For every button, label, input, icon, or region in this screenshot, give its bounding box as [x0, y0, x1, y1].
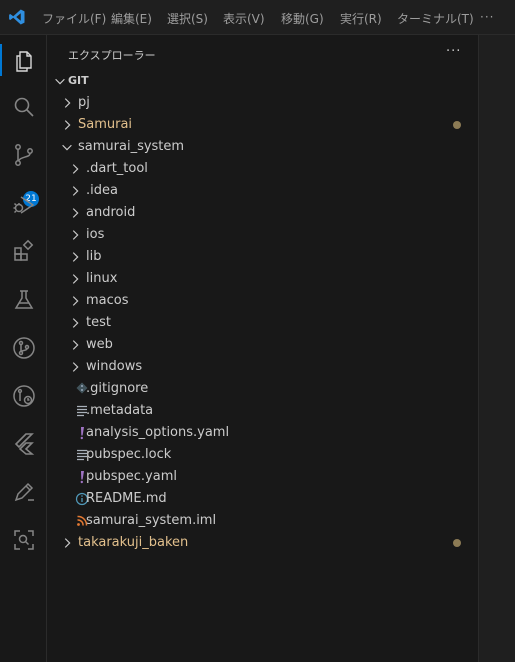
tree-item-label: windows — [86, 359, 143, 374]
extensions-button[interactable] — [0, 230, 47, 270]
menu-file[interactable]: ファイル(F) — [42, 10, 106, 27]
tree-file[interactable]: .metadata — [48, 400, 479, 422]
tree-item-label: pubspec.yaml — [86, 469, 177, 484]
scan-icon — [14, 530, 34, 550]
menu-more-button[interactable]: ··· — [480, 10, 494, 24]
chevron-right-icon — [72, 274, 79, 284]
tree-item-label: lib — [86, 249, 102, 264]
tree-folder[interactable]: lib — [48, 246, 479, 268]
sidebar-more-button[interactable]: ··· — [446, 44, 461, 59]
title-bar: ファイル(F) 編集(E) 選択(S) 表示(V) 移動(G) 実行(R) ター… — [0, 0, 515, 35]
chevron-right-icon — [72, 318, 79, 328]
chevron-right-icon — [72, 164, 79, 174]
menu-run[interactable]: 実行(R) — [340, 10, 382, 27]
chevron-right-icon — [72, 362, 79, 372]
pen-icon — [14, 482, 34, 502]
testing-button[interactable] — [0, 279, 47, 319]
tree-item-label: .dart_tool — [86, 161, 148, 176]
menu-view[interactable]: 表示(V) — [223, 10, 265, 27]
chevron-right-icon — [72, 186, 79, 196]
explorer-icon — [16, 51, 32, 72]
tree-folder[interactable]: web — [48, 334, 479, 356]
chevron-right-icon — [72, 252, 79, 262]
activity-bar: 21 — [0, 35, 47, 662]
sidebar-title: エクスプローラー — [68, 49, 156, 62]
chevron-down-icon — [62, 144, 72, 151]
tree-file[interactable]: pubspec.yaml — [48, 466, 479, 488]
tree-folder[interactable]: pj — [48, 92, 479, 114]
search-icon — [14, 97, 34, 117]
menu-go[interactable]: 移動(G) — [281, 10, 324, 27]
extensions-icon — [14, 239, 34, 261]
chevron-right-icon — [72, 340, 79, 350]
scan-button[interactable] — [0, 519, 47, 559]
tree-item-label: web — [86, 337, 113, 352]
chevron-right-icon — [72, 296, 79, 306]
testing-icon — [14, 290, 34, 309]
workspace-section-title: GIT — [68, 74, 89, 87]
tree-item-label: pubspec.lock — [86, 447, 172, 462]
tree-item-label: android — [86, 205, 136, 220]
source-control-button[interactable] — [0, 134, 47, 174]
tree-folder[interactable]: windows — [48, 356, 479, 378]
run-debug-icon — [13, 196, 35, 214]
tree-item-label: .gitignore — [86, 381, 149, 396]
tree-file[interactable]: README.md — [48, 488, 479, 510]
git-graph-button[interactable] — [0, 327, 47, 367]
tree-item-label: samurai_system.iml — [86, 513, 217, 528]
tree-file[interactable]: .gitignore — [48, 378, 479, 400]
tree-file[interactable]: analysis_options.yaml — [48, 422, 479, 444]
explorer-sidebar: エクスプローラー ··· GIT pj Samurai samurai_system… — [48, 35, 479, 662]
tree-folder[interactable]: test — [48, 312, 479, 334]
tree-item-label: macos — [86, 293, 129, 308]
chevron-right-icon — [64, 538, 71, 548]
tree-item-label: README.md — [86, 491, 167, 506]
tree-folder[interactable]: android — [48, 202, 479, 224]
git-history-icon — [13, 385, 35, 407]
tree-folder[interactable]: takarakuji_baken — [48, 532, 479, 554]
tree-item-label: analysis_options.yaml — [86, 425, 230, 440]
tree-item-label: linux — [86, 271, 118, 286]
vscode-logo-icon — [9, 9, 25, 25]
tree-folder[interactable]: linux — [48, 268, 479, 290]
run-debug-button[interactable] — [0, 184, 47, 224]
menu-terminal[interactable]: ターミナル(T) — [397, 10, 474, 27]
git-history-button[interactable] — [0, 375, 47, 415]
flutter-button[interactable] — [0, 423, 47, 463]
tree-folder[interactable]: .dart_tool — [48, 158, 479, 180]
tree-file[interactable]: samurai_system.iml — [48, 510, 479, 532]
tree-folder[interactable]: Samurai — [48, 114, 479, 136]
tree-folder[interactable]: .idea — [48, 180, 479, 202]
menu-edit[interactable]: 編集(E) — [111, 10, 152, 27]
tree-folder[interactable]: samurai_system — [48, 136, 479, 158]
chevron-right-icon — [72, 230, 79, 240]
chevron-down-icon — [55, 78, 65, 85]
search-button[interactable] — [0, 86, 47, 126]
menu-selection[interactable]: 選択(S) — [167, 10, 208, 27]
git-graph-icon — [13, 337, 35, 359]
tree-item-label: .idea — [86, 183, 118, 198]
tree-item-label: samurai_system — [78, 139, 185, 154]
chevron-right-icon — [72, 208, 79, 218]
pen-button[interactable] — [0, 471, 47, 511]
editor-area — [479, 35, 515, 662]
tree-item-label: test — [86, 315, 111, 330]
chevron-right-icon — [64, 98, 71, 108]
tree-item-label: pj — [78, 95, 90, 110]
chevron-right-icon — [64, 120, 71, 130]
tree-item-label: .metadata — [86, 403, 154, 418]
tree-folder[interactable]: ios — [48, 224, 479, 246]
tree-item-label: ios — [86, 227, 105, 242]
tree-item-label: Samurai — [78, 117, 133, 132]
source-control-icon — [15, 144, 33, 166]
modified-indicator — [453, 121, 461, 129]
tree-file[interactable]: pubspec.lock — [48, 444, 479, 466]
workspace-section-header[interactable]: GIT — [48, 70, 479, 92]
tree-folder[interactable]: macos — [48, 290, 479, 312]
tree-item-label: takarakuji_baken — [78, 535, 189, 550]
flutter-icon — [14, 433, 35, 455]
explorer-button[interactable] — [0, 40, 47, 80]
modified-indicator — [453, 539, 461, 547]
